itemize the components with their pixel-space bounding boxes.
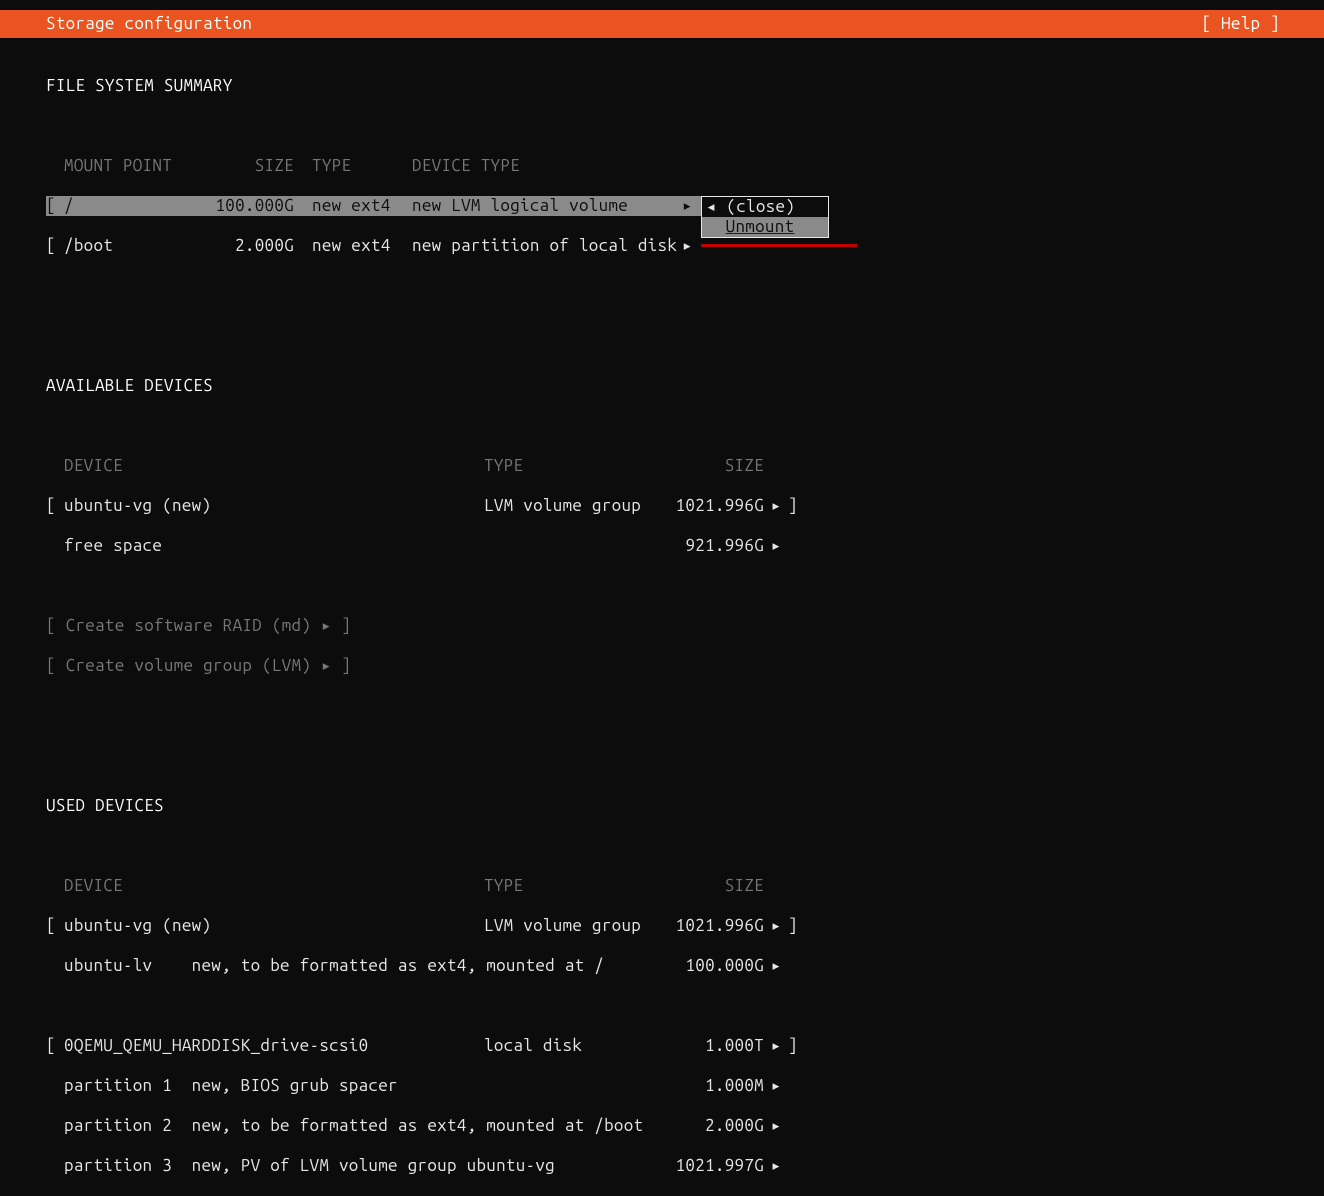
used-row-lv[interactable]: ubuntu-lv new, to be formatted as ext4, …	[46, 956, 1278, 976]
create-raid-button[interactable]: [ Create software RAID (md) ▸ ]	[46, 616, 1278, 636]
create-lvm-button[interactable]: [ Create volume group (LVM) ▸ ]	[46, 656, 1278, 676]
avail-row-vg[interactable]: [ubuntu-vg (new)LVM volume group1021.996…	[46, 496, 1278, 516]
fs-row-boot[interactable]: [/boot2.000Gnew ext4new partition of loc…	[46, 236, 1278, 256]
help-button[interactable]: [ Help ]	[1201, 14, 1280, 34]
context-menu: ◂ (close) Unmount	[701, 196, 829, 238]
used-row-disk[interactable]: [0QEMU_QEMU_HARDDISK_drive-scsi0local di…	[46, 1036, 1278, 1056]
chevron-right-icon: ▸	[764, 956, 788, 976]
menu-close[interactable]: ◂ (close)	[702, 197, 828, 217]
avail-row-free[interactable]: free space921.996G▸	[46, 536, 1278, 556]
chevron-right-icon: ▸	[764, 1116, 788, 1136]
fs-summary-cols: MOUNT POINTSIZETYPEDEVICE TYPE	[46, 156, 1278, 176]
page-title: Storage configuration	[46, 14, 252, 34]
menu-unmount[interactable]: Unmount	[702, 217, 828, 237]
chevron-left-icon: ◂	[706, 197, 717, 216]
used-heading: USED DEVICES	[46, 796, 1278, 816]
chevron-right-icon: ▸	[764, 536, 788, 556]
used-cols: DEVICETYPESIZE	[46, 876, 1278, 896]
used-row-p2[interactable]: partition 2 new, to be formatted as ext4…	[46, 1116, 1278, 1136]
used-row-p1[interactable]: partition 1 new, BIOS grub spacer1.000M▸	[46, 1076, 1278, 1096]
header-bar: Storage configuration [ Help ]	[0, 10, 1324, 38]
chevron-right-icon: ▸	[682, 236, 693, 255]
annotation-underline	[701, 244, 857, 247]
used-row-p3[interactable]: partition 3 new, PV of LVM volume group …	[46, 1156, 1278, 1176]
fs-summary-heading: FILE SYSTEM SUMMARY	[46, 76, 1278, 96]
used-row-vg[interactable]: [ubuntu-vg (new)LVM volume group1021.996…	[46, 916, 1278, 936]
chevron-right-icon: ▸	[764, 496, 788, 516]
available-heading: AVAILABLE DEVICES	[46, 376, 1278, 396]
available-cols: DEVICETYPESIZE	[46, 456, 1278, 476]
chevron-right-icon: ▸	[764, 1156, 788, 1176]
chevron-right-icon: ▸	[764, 1036, 788, 1056]
chevron-right-icon: ▸	[764, 916, 788, 936]
fs-row-root[interactable]: [/100.000Gnew ext4new LVM logical volume…	[46, 196, 1278, 216]
chevron-right-icon: ▸	[764, 1076, 788, 1096]
chevron-right-icon: ▸	[682, 196, 693, 215]
